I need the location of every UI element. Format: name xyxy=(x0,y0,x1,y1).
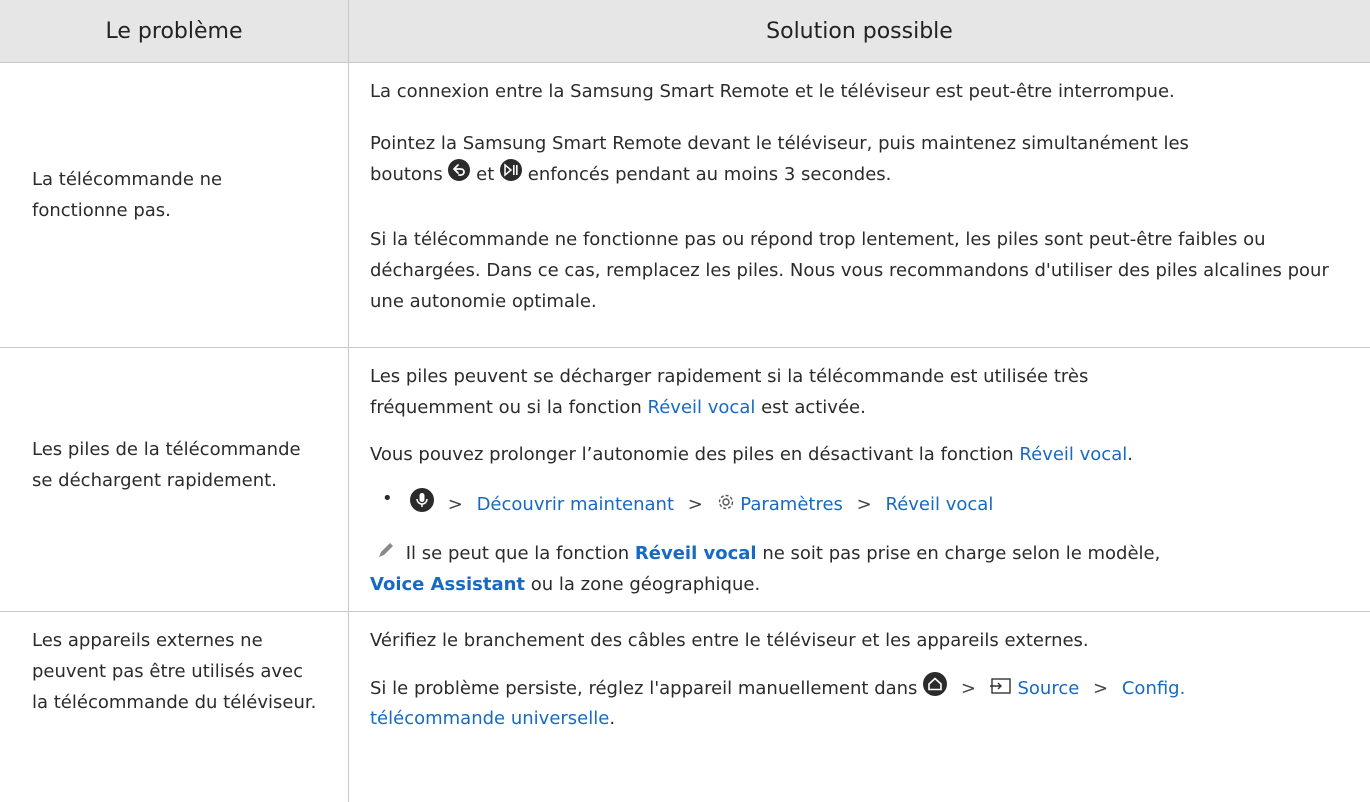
microphone-icon xyxy=(410,488,434,522)
chevron-right-icon: > xyxy=(687,494,703,515)
header-problem: Le problème xyxy=(105,19,243,44)
solution-text: Pointez la Samsung Smart Remote devant l… xyxy=(370,133,1189,154)
solution-text-buttons: boutons et enfoncés pendant au moins 3 s… xyxy=(370,159,1345,191)
chevron-right-icon: > xyxy=(960,678,976,699)
chevron-right-icon: > xyxy=(1093,678,1109,699)
home-icon xyxy=(923,672,948,706)
voice-wakeup-link[interactable]: Réveil vocal xyxy=(886,494,994,515)
note-continuation: Voice Assistant ou la zone géographique. xyxy=(370,574,761,595)
solution-text: La connexion entre la Samsung Smart Remo… xyxy=(370,81,1175,102)
table-row: Les appareils externes ne peuvent pas êt… xyxy=(0,612,1370,802)
problem-text: La télécommande ne fonctionne pas. xyxy=(32,169,223,221)
header-solution: Solution possible xyxy=(766,19,953,44)
source-icon xyxy=(989,674,1012,705)
universal-remote-setup-link[interactable]: télécommande universelle xyxy=(370,708,609,729)
chevron-right-icon: > xyxy=(447,494,463,515)
voice-wakeup-link[interactable]: Réveil vocal xyxy=(635,543,757,564)
chevron-right-icon: > xyxy=(856,494,872,515)
voice-wakeup-link[interactable]: Réveil vocal xyxy=(648,397,756,418)
table-row: La télécommande ne fonctionne pas. La co… xyxy=(0,63,1370,348)
voice-assistant-link[interactable]: Voice Assistant xyxy=(370,574,525,595)
problem-text: Les appareils externes ne peuvent pas êt… xyxy=(32,630,317,713)
table-row: Les piles de la télécommande se décharge… xyxy=(0,348,1370,612)
note: Il se peut que la fonction Réveil vocal … xyxy=(376,538,1351,570)
voice-wakeup-link[interactable]: Réveil vocal xyxy=(1019,444,1127,465)
bullet: • xyxy=(382,488,393,509)
play-pause-icon xyxy=(500,159,523,191)
solution-text: fréquemment ou si la fonction Réveil voc… xyxy=(370,397,866,418)
universal-remote-setup-link[interactable]: Config. xyxy=(1122,678,1185,699)
table-header-row: Le problème Solution possible xyxy=(0,0,1370,63)
return-icon xyxy=(448,159,471,191)
column-divider xyxy=(348,63,349,347)
solution-text: Si la télécommande ne fonctionne pas ou … xyxy=(370,229,1329,312)
column-divider xyxy=(348,348,349,611)
menu-path: > Découvrir maintenant > Paramètres > Ré… xyxy=(410,488,1340,522)
gear-icon xyxy=(717,490,735,521)
solution-text: Vous pouvez prolonger l’autonomie des pi… xyxy=(370,444,1133,465)
pencil-note-icon xyxy=(376,539,396,570)
solution-text: télécommande universelle. xyxy=(370,708,616,729)
explore-now-link[interactable]: Découvrir maintenant xyxy=(477,494,674,515)
solution-text: Si le problème persiste, réglez l'appare… xyxy=(370,672,1345,706)
problem-text: Les piles de la télécommande se décharge… xyxy=(32,439,301,491)
source-link[interactable]: Source xyxy=(1017,678,1079,699)
column-divider xyxy=(348,0,349,62)
settings-link[interactable]: Paramètres xyxy=(740,494,843,515)
solution-text: Vérifiez le branchement des câbles entre… xyxy=(370,630,1089,651)
solution-text: Les piles peuvent se décharger rapidemen… xyxy=(370,366,1089,387)
column-divider xyxy=(348,612,349,802)
